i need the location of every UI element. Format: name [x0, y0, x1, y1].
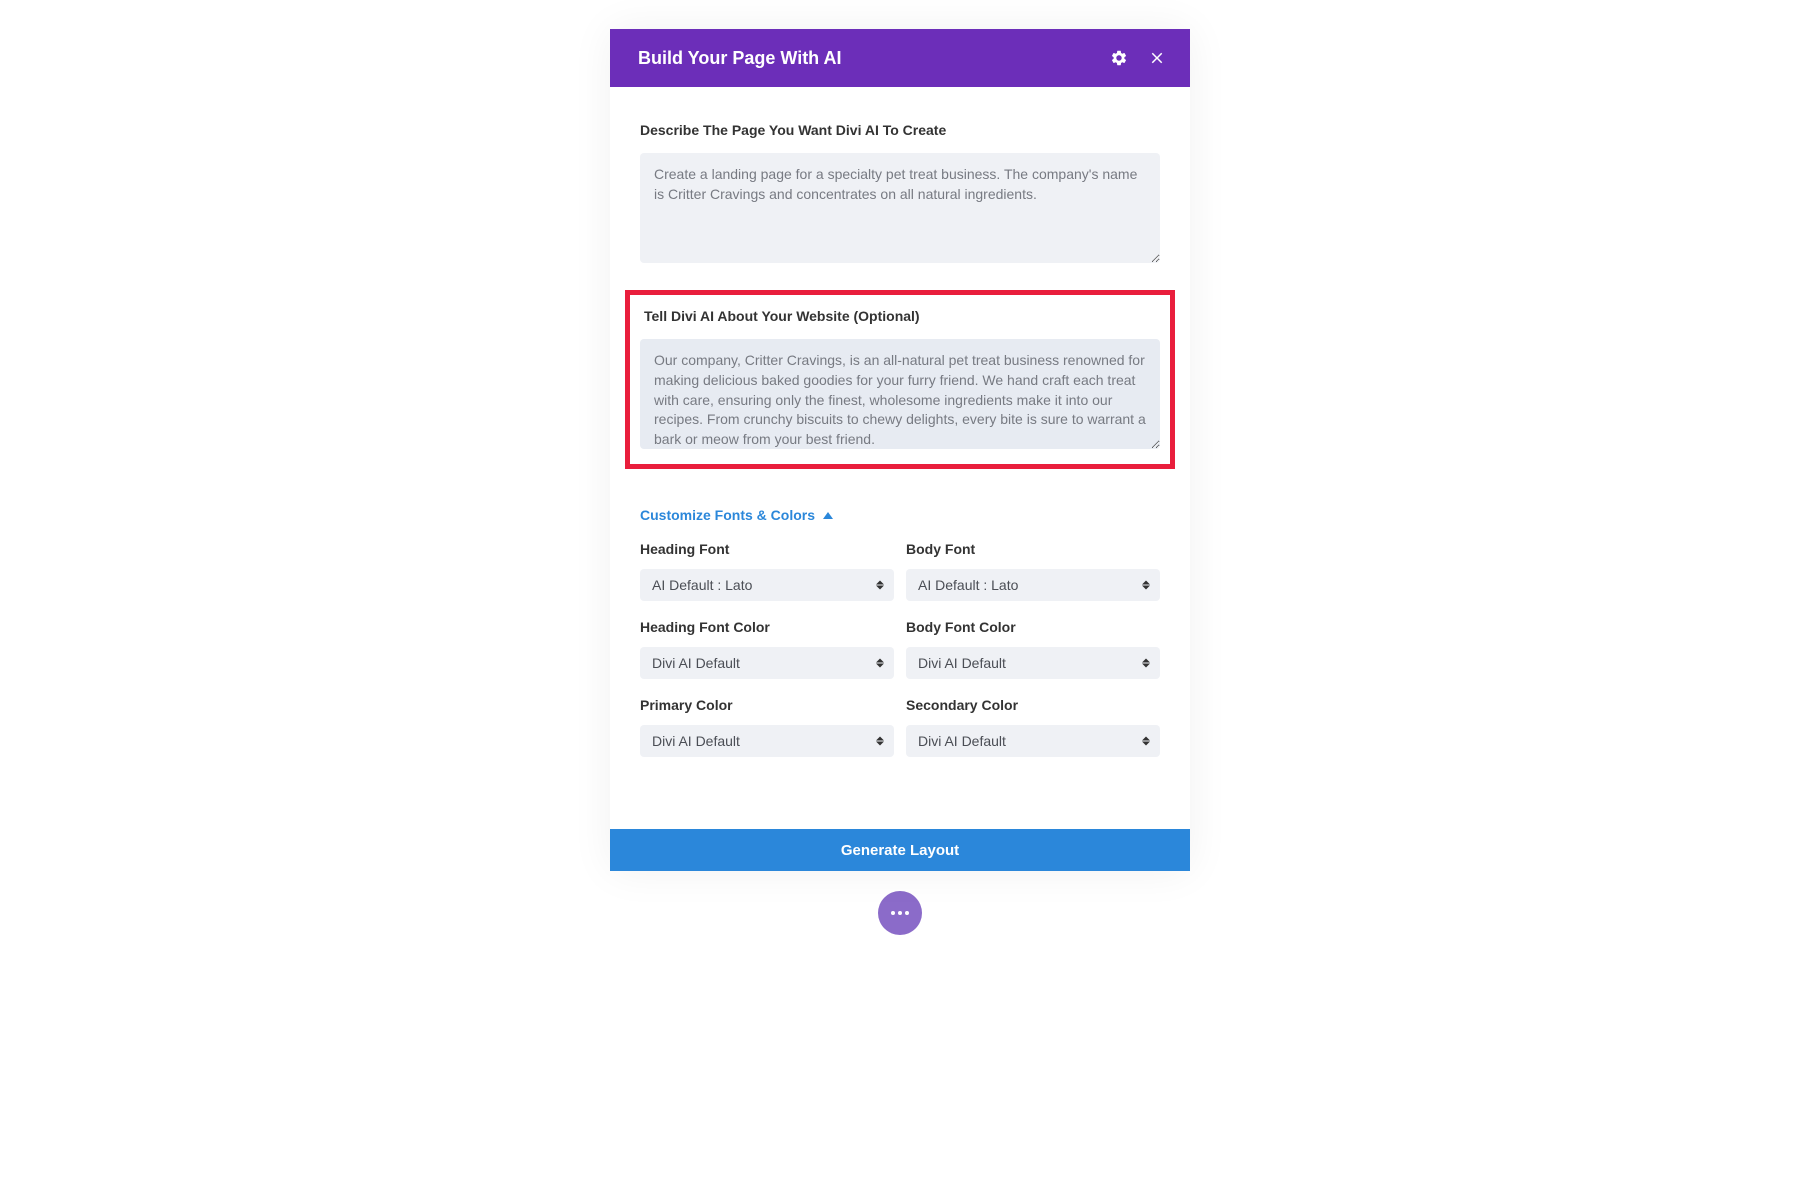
secondary-color-value: Divi AI Default: [918, 733, 1006, 749]
heading-font-select[interactable]: AI Default : Lato: [640, 569, 894, 601]
floating-action-button[interactable]: [878, 891, 922, 935]
body-font-label: Body Font: [906, 541, 1160, 557]
describe-page-textarea[interactable]: [640, 153, 1160, 263]
font-row: Heading Font AI Default : Lato Body Font…: [640, 541, 1160, 601]
close-icon[interactable]: [1148, 49, 1166, 67]
body-font-col: Body Font AI Default : Lato: [906, 541, 1160, 601]
updown-icon: [876, 581, 884, 590]
heading-font-color-label: Heading Font Color: [640, 619, 894, 635]
font-color-row: Heading Font Color Divi AI Default Body …: [640, 619, 1160, 679]
customize-toggle-label: Customize Fonts & Colors: [640, 507, 815, 523]
primary-color-select[interactable]: Divi AI Default: [640, 725, 894, 757]
updown-icon: [1142, 581, 1150, 590]
more-icon: [891, 911, 909, 915]
heading-font-color-value: Divi AI Default: [652, 655, 740, 671]
body-font-color-label: Body Font Color: [906, 619, 1160, 635]
triangle-up-icon: [823, 512, 833, 519]
about-website-textarea[interactable]: [640, 339, 1160, 449]
body-font-select[interactable]: AI Default : Lato: [906, 569, 1160, 601]
generate-layout-button[interactable]: Generate Layout: [610, 829, 1190, 871]
updown-icon: [876, 737, 884, 746]
body-font-color-select[interactable]: Divi AI Default: [906, 647, 1160, 679]
updown-icon: [876, 659, 884, 668]
about-highlight-box: Tell Divi AI About Your Website (Optiona…: [625, 290, 1175, 469]
heading-font-color-col: Heading Font Color Divi AI Default: [640, 619, 894, 679]
primary-color-label: Primary Color: [640, 697, 894, 713]
modal-title: Build Your Page With AI: [638, 48, 842, 69]
body-font-value: AI Default : Lato: [918, 577, 1018, 593]
gear-icon[interactable]: [1110, 49, 1128, 67]
heading-font-color-select[interactable]: Divi AI Default: [640, 647, 894, 679]
body-font-color-value: Divi AI Default: [918, 655, 1006, 671]
primary-color-col: Primary Color Divi AI Default: [640, 697, 894, 757]
updown-icon: [1142, 737, 1150, 746]
describe-label: Describe The Page You Want Divi AI To Cr…: [640, 121, 1160, 139]
heading-font-value: AI Default : Lato: [652, 577, 752, 593]
heading-font-label: Heading Font: [640, 541, 894, 557]
primary-color-value: Divi AI Default: [652, 733, 740, 749]
modal-body: Describe The Page You Want Divi AI To Cr…: [610, 87, 1190, 799]
ai-builder-modal: Build Your Page With AI Describe The Pag…: [610, 29, 1190, 871]
updown-icon: [1142, 659, 1150, 668]
heading-font-col: Heading Font AI Default : Lato: [640, 541, 894, 601]
color-row: Primary Color Divi AI Default Secondary …: [640, 697, 1160, 757]
secondary-color-label: Secondary Color: [906, 697, 1160, 713]
modal-header: Build Your Page With AI: [610, 29, 1190, 87]
secondary-color-col: Secondary Color Divi AI Default: [906, 697, 1160, 757]
about-label: Tell Divi AI About Your Website (Optiona…: [644, 307, 1160, 325]
secondary-color-select[interactable]: Divi AI Default: [906, 725, 1160, 757]
header-icons: [1110, 49, 1166, 67]
customize-fonts-colors-toggle[interactable]: Customize Fonts & Colors: [640, 507, 1160, 523]
body-font-color-col: Body Font Color Divi AI Default: [906, 619, 1160, 679]
